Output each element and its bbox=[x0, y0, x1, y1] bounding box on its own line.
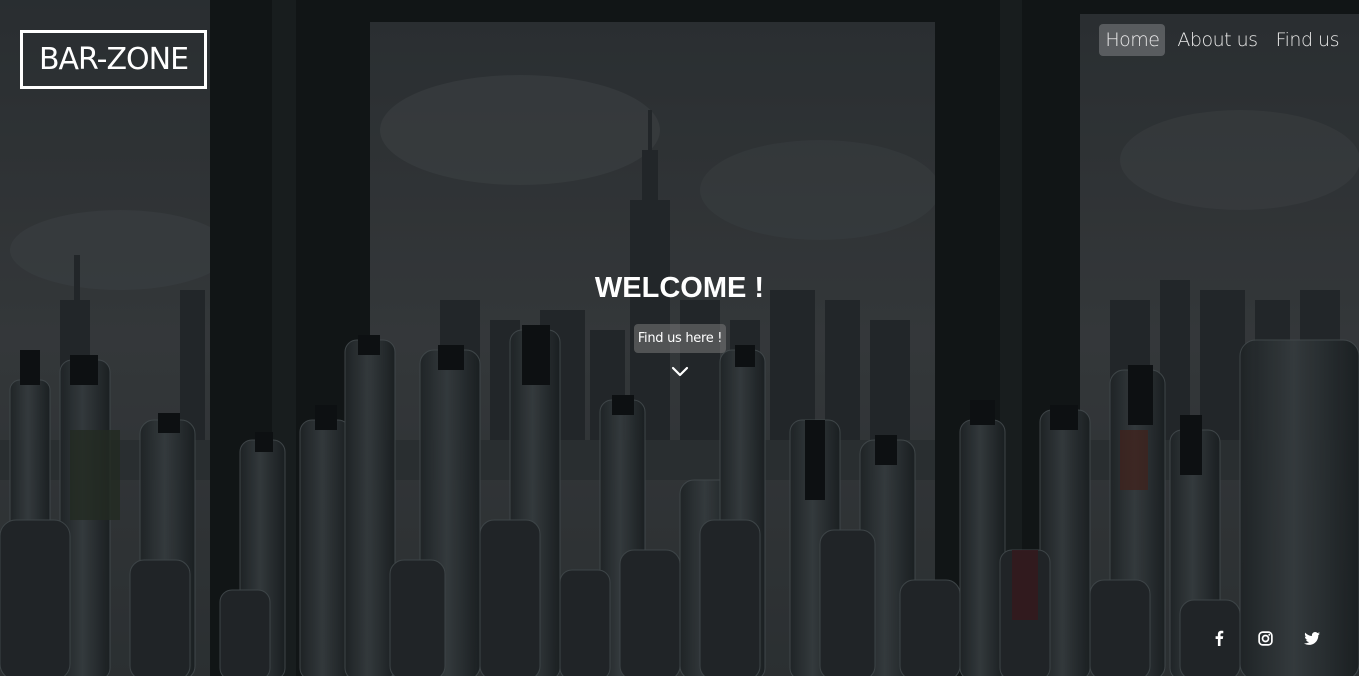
facebook-icon[interactable] bbox=[1209, 628, 1229, 648]
nav-item-find-us[interactable]: Find us bbox=[1270, 24, 1345, 56]
main-nav: Home About us Find us bbox=[1099, 24, 1345, 56]
nav-item-about-us[interactable]: About us bbox=[1171, 24, 1263, 56]
chevron-down-icon[interactable] bbox=[671, 364, 689, 378]
site-logo[interactable]: BAR-ZONE bbox=[20, 30, 207, 89]
find-us-button[interactable]: Find us here ! bbox=[634, 324, 726, 353]
twitter-icon[interactable] bbox=[1302, 628, 1322, 648]
hero-title: WELCOME ! bbox=[594, 272, 765, 304]
instagram-icon[interactable] bbox=[1255, 628, 1275, 648]
hero-section: BAR-ZONE Home About us Find us WELCOME !… bbox=[0, 0, 1359, 676]
nav-item-home[interactable]: Home bbox=[1099, 24, 1166, 56]
